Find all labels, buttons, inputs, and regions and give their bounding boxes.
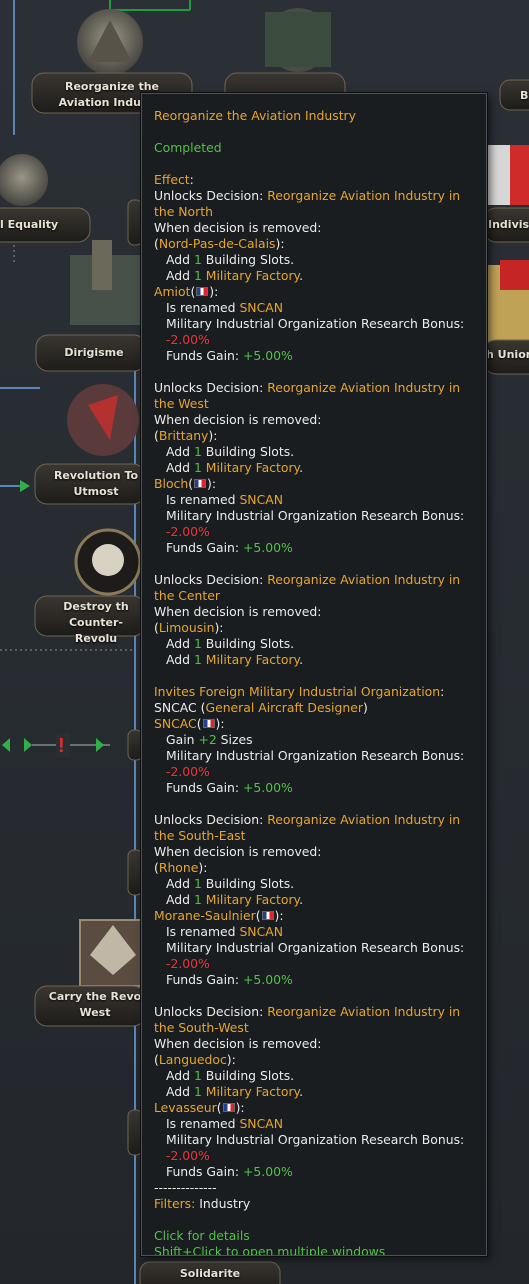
french-flag-icon (261, 911, 274, 920)
node-label: Carry the Revo West (48, 990, 142, 1019)
node-label: Destroy th Counter-Revolu (63, 600, 129, 645)
node-label: Solidarite (179, 1267, 241, 1280)
french-flag-icon (202, 719, 215, 728)
completed-status: Completed (154, 140, 222, 155)
mio-block: Invites Foreign Military Industrial Orga… (154, 684, 465, 795)
svg-text:!: ! (58, 735, 65, 757)
node-label: B (520, 89, 529, 102)
french-flag-icon (194, 479, 207, 488)
focus-node-carry-revolution-west[interactable]: Carry the Revo West (48, 989, 142, 1021)
focus-node-destroy-counter-revolution[interactable]: Destroy th Counter-Revolu (50, 599, 142, 647)
click-for-details-hint: Click for details (154, 1228, 250, 1243)
focus-node-solidarite[interactable]: Solidarite (160, 1266, 260, 1282)
focus-node-indivisible[interactable]: Indivisi (488, 217, 529, 233)
decision-block-north: Unlocks Decision: Reorganize Aviation In… (154, 188, 465, 363)
shift-click-hint: Shift+Click to open multiple windows (154, 1244, 386, 1256)
decision-block-south-east: Unlocks Decision: Reorganize Aviation In… (154, 812, 465, 987)
node-label: Revolution To Utmost (53, 469, 139, 498)
node-label: l Equality (0, 218, 59, 231)
tooltip-title: Reorganize the Aviation Industry (154, 108, 356, 123)
decision-block-center: Unlocks Decision: Reorganize Aviation In… (154, 572, 461, 667)
filters-row: Filters: Industry (154, 1196, 251, 1211)
effect-heading: Effect: (154, 172, 194, 187)
separator: -------------- (154, 1180, 217, 1195)
node-label: h Union (486, 348, 529, 361)
french-flag-icon (222, 1103, 235, 1112)
node-label: Dirigisme (64, 346, 124, 359)
focus-tooltip: Reorganize the Aviation Industry Complet… (141, 93, 487, 1256)
focus-node-equality[interactable]: l Equality (0, 217, 70, 233)
focus-node-edge-b[interactable]: B (520, 88, 529, 104)
focus-node-dirigisme[interactable]: Dirigisme (46, 345, 142, 361)
focus-node-revolution-utmost[interactable]: Revolution To Utmost (52, 468, 140, 500)
french-flag-icon (196, 287, 209, 296)
node-label: Indivisi (488, 218, 529, 231)
decision-block-west: Unlocks Decision: Reorganize Aviation In… (154, 380, 465, 555)
focus-node-union[interactable]: h Union (486, 347, 529, 363)
decision-block-south-west: Unlocks Decision: Reorganize Aviation In… (154, 1004, 465, 1179)
